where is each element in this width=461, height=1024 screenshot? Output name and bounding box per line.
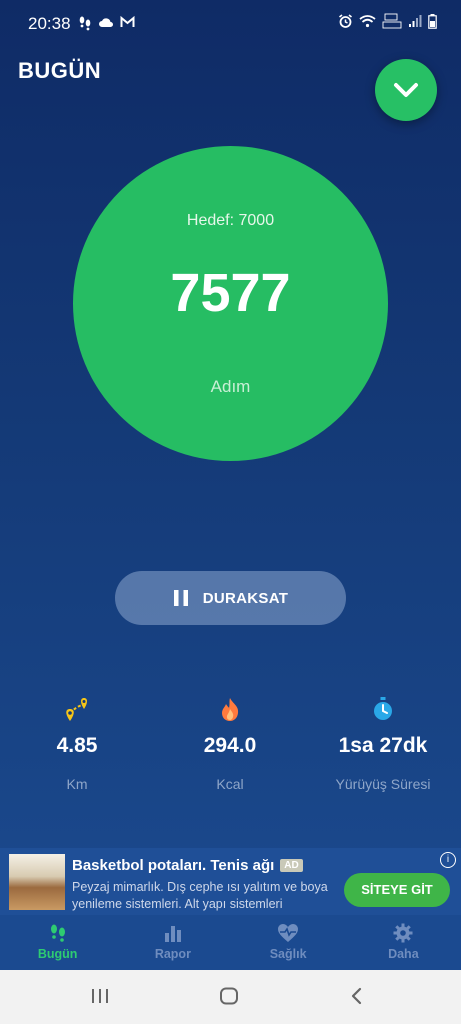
mail-icon: [120, 15, 135, 27]
nav-item-daha[interactable]: Daha: [346, 915, 461, 970]
nav-item-saglik[interactable]: Sağlık: [231, 915, 346, 970]
nav-label: Daha: [388, 947, 419, 961]
back-icon[interactable]: [349, 987, 365, 1005]
ad-badge: AD: [280, 859, 303, 872]
recent-apps-icon[interactable]: [90, 987, 110, 1005]
stat-value: 1sa 27dk: [338, 734, 428, 757]
ad-image[interactable]: [9, 854, 65, 910]
nav-label: Rapor: [154, 947, 191, 961]
nav-item-bugun[interactable]: Bugün: [0, 915, 115, 970]
page-title: BUGÜN: [18, 58, 102, 83]
flame-icon: [222, 698, 239, 721]
nav-label: Sağlık: [269, 947, 307, 961]
pause-label: DURAKSAT: [202, 589, 289, 607]
pause-button[interactable]: DURAKSAT: [115, 571, 346, 625]
expand-button[interactable]: [375, 59, 437, 121]
stat-unit: Kcal: [216, 776, 244, 792]
volte-lte-icon: [382, 13, 402, 29]
stopwatch-icon: [374, 697, 392, 720]
status-time: 20:38: [28, 14, 71, 33]
system-icons: [338, 13, 437, 29]
gear-icon: [393, 923, 413, 943]
ad-title[interactable]: Basketbol potaları. Tenis ağı AD: [72, 857, 303, 874]
step-count: 7577: [170, 263, 291, 323]
heart-pulse-icon: [278, 924, 299, 942]
home-icon[interactable]: [219, 987, 239, 1005]
notification-icons: [78, 15, 135, 31]
ad-info-icon[interactable]: i: [440, 852, 456, 868]
stat-unit: Yürüyüş Süresi: [335, 776, 431, 792]
system-nav-bar: [0, 970, 461, 1024]
stat-walk-time: 1sa 27dk Yürüyüş Süresi: [308, 695, 458, 792]
step-progress-circle[interactable]: Hedef: 7000 7577 Adım: [73, 146, 388, 461]
alarm-icon: [339, 13, 352, 28]
ad-description: Peyzaj mimarlık. Dış cephe ısı yalıtım v…: [72, 880, 328, 911]
app-screen: 20:38 BUGÜN Hedef: 7000 7577 Adım DURAKS…: [0, 0, 461, 1024]
footsteps-icon: [50, 924, 65, 942]
nav-item-rapor[interactable]: Rapor: [115, 915, 230, 970]
status-bar: 20:38: [0, 0, 461, 48]
wifi-icon: [359, 15, 376, 28]
bar-chart-icon: [164, 926, 181, 942]
pause-icon: [173, 590, 188, 606]
signal-icon: [409, 15, 422, 27]
ad-cta-button[interactable]: SİTEYE GİT: [344, 873, 450, 907]
stat-calories: 294.0 Kcal: [155, 695, 305, 792]
route-pin-icon: [66, 698, 87, 721]
stat-unit: Km: [66, 776, 88, 792]
goal-label: Hedef: 7000: [186, 212, 275, 229]
stat-value: 4.85: [56, 734, 98, 757]
chevron-down-icon: [394, 83, 418, 97]
stat-value: 294.0: [203, 734, 257, 757]
stat-distance: 4.85 Km: [2, 695, 152, 792]
bottom-nav: Bugün Rapor Sağlık Daha: [0, 915, 461, 970]
battery-icon: [428, 13, 437, 29]
ad-title-text: Basketbol potaları. Tenis ağı: [72, 857, 275, 874]
cloud-icon: [99, 18, 113, 27]
footsteps-notification-icon: [79, 16, 91, 31]
nav-label: Bugün: [37, 947, 78, 961]
step-unit: Adım: [210, 377, 251, 396]
